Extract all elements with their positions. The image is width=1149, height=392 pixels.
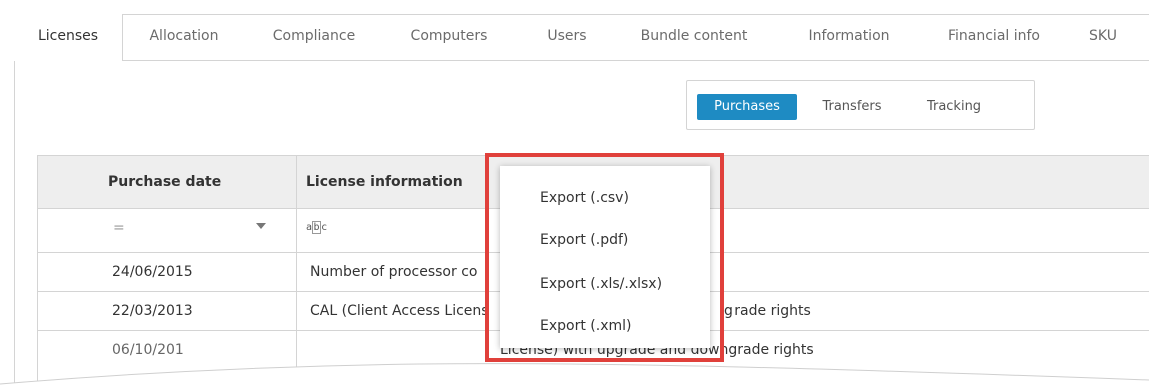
view-switcher: Purchases Transfers Tracking — [686, 80, 1035, 130]
transfers-button[interactable]: Transfers — [811, 94, 893, 120]
tab-computers[interactable]: Computers — [396, 14, 502, 60]
torn-edge-overlay — [0, 363, 1149, 392]
highlight-box — [485, 153, 724, 362]
purchase-date-cell: 22/03/2013 — [112, 303, 193, 319]
tab-licenses[interactable]: Licenses — [14, 14, 123, 61]
column-header-license-information[interactable]: License information — [306, 156, 463, 208]
tab-users[interactable]: Users — [534, 14, 600, 60]
license-info-cell-tail: g rade rights — [724, 303, 811, 319]
abc-filter-icon[interactable]: abc — [306, 221, 327, 234]
tab-information[interactable]: Information — [792, 14, 906, 60]
license-info-cell: CAL (Client Access Licens — [310, 303, 489, 319]
tab-bundle-content[interactable]: Bundle content — [626, 14, 762, 60]
tab-compliance[interactable]: Compliance — [256, 14, 372, 60]
tracking-button[interactable]: Tracking — [915, 94, 993, 120]
chevron-down-icon[interactable] — [256, 223, 266, 229]
tab-financial-info[interactable]: Financial info — [932, 14, 1056, 60]
tab-sku[interactable]: SKU — [1080, 14, 1126, 60]
tab-allocation[interactable]: Allocation — [136, 14, 232, 60]
purchase-date-cell: 24/06/2015 — [112, 264, 193, 280]
date-filter-operator[interactable]: = — [113, 220, 125, 236]
purchases-button[interactable]: Purchases — [697, 94, 797, 120]
license-info-cell: Number of processor co — [310, 264, 478, 280]
tab-bar: Licenses Allocation Compliance Computers… — [14, 14, 1149, 61]
column-header-purchase-date[interactable]: Purchase date — [108, 156, 221, 208]
